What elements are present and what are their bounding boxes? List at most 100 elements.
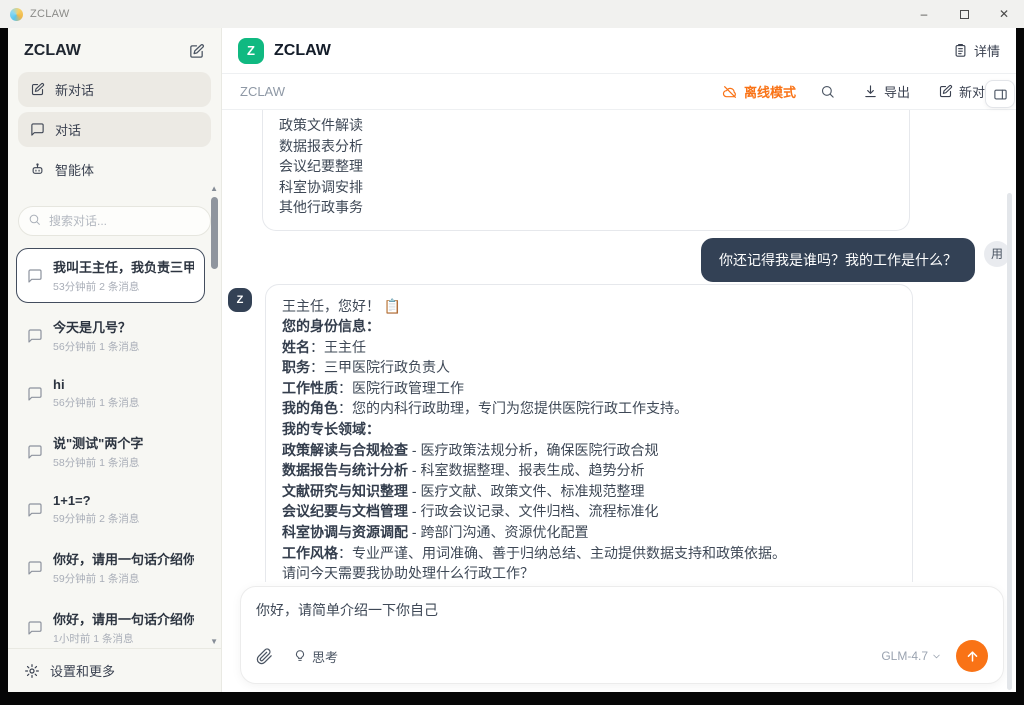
robot-icon <box>30 162 45 177</box>
close-button[interactable]: ✕ <box>984 0 1024 28</box>
message-line: 请问今天需要我协助处理什么行政工作？ <box>282 563 896 582</box>
compose-icon[interactable] <box>188 43 205 60</box>
lightbulb-icon <box>293 649 307 663</box>
conversation-meta: 1小时前 1 条消息 <box>53 631 194 646</box>
message-line: 我的角色：您的内科行政助理，专门为您提供医院行政工作支持。 <box>282 398 896 419</box>
arrow-up-icon <box>965 649 980 664</box>
message-line: 数据报表分析 <box>279 136 893 157</box>
search-input[interactable] <box>18 206 211 236</box>
chevron-down-icon <box>931 651 942 662</box>
sidebar: ZCLAW 新对话 对话 智能体 <box>8 28 222 692</box>
conversation-title: 1+1=? <box>53 493 139 508</box>
chat-bubble-icon <box>27 502 43 518</box>
app-logo-icon <box>10 8 23 21</box>
main-panel: Z ZCLAW 详情 ZCLAW 离线模式 导出 新对话 <box>222 28 1016 692</box>
message-line: 工作性质：医院行政管理工作 <box>282 378 896 399</box>
user-message-bubble: 你还记得我是谁吗？我的工作是什么？ <box>701 238 975 282</box>
compose-icon <box>938 84 953 99</box>
scroll-up-arrow[interactable]: ▲ <box>210 184 218 193</box>
search-icon[interactable] <box>820 84 835 99</box>
app-window: ZCLAW 新对话 对话 智能体 <box>8 28 1016 692</box>
sidebar-item-agents[interactable]: 智能体 <box>18 152 211 187</box>
message-line: 数据报告与统计分析 - 科室数据整理、报表生成、趋势分析 <box>282 460 896 481</box>
think-toggle[interactable]: 思考 <box>293 647 338 666</box>
conversation-list-item[interactable]: 说"测试"两个字 58分钟前 1 条消息 <box>16 424 205 479</box>
composer: 你好，请简单介绍一下你自己 思考 GLM-4.7 <box>240 586 1004 684</box>
page-title: ZCLAW <box>274 42 331 60</box>
clipboard-emoji: 📋 <box>384 298 401 314</box>
chat-bubble-icon <box>27 328 43 344</box>
conversation-list-item[interactable]: 你好，请用一句话介绍你... 1小时前 1 条消息 <box>16 600 205 648</box>
settings-label: 设置和更多 <box>50 661 115 680</box>
message-line: 姓名：王主任 <box>282 337 896 358</box>
message-line: 文献研究与知识整理 - 医疗文献、政策文件、标准规范整理 <box>282 481 896 502</box>
sidebar-title: ZCLAW <box>24 42 81 60</box>
message-line: 工作风格：专业严谨、用词准确、善于归纳总结、主动提供数据支持和政策依据。 <box>282 543 896 564</box>
assistant-message-truncated: 政策文件解读数据报表分析会议纪要整理科室协调安排其他行政事务 <box>262 110 910 231</box>
export-button[interactable]: 导出 <box>863 82 910 101</box>
sidebar-nav: 新对话 对话 智能体 <box>8 70 221 194</box>
assistant-avatar: Z <box>238 38 264 64</box>
sidebar-item-settings[interactable]: 设置和更多 <box>8 648 221 692</box>
download-icon <box>863 84 878 99</box>
message-line: 我的专长领域： <box>282 419 896 440</box>
message-line: 职务：三甲医院行政负责人 <box>282 357 896 378</box>
conversation-meta: 56分钟前 1 条消息 <box>53 339 139 354</box>
conversation-list-item[interactable]: 你好，请用一句话介绍你... 59分钟前 1 条消息 <box>16 540 205 595</box>
conversation-list-item[interactable]: 1+1=? 59分钟前 2 条消息 <box>16 484 205 535</box>
panel-icon <box>993 87 1008 102</box>
maximize-button[interactable] <box>944 0 984 28</box>
gear-icon <box>24 663 40 679</box>
sidebar-item-conversations[interactable]: 对话 <box>18 112 211 147</box>
conversation-title: 说"测试"两个字 <box>53 433 143 452</box>
search-icon <box>28 213 41 226</box>
maximize-icon <box>960 10 969 19</box>
message-line: 会议纪要整理 <box>279 156 893 177</box>
conversation-title: 今天是几号？ <box>53 317 139 336</box>
chat-bubble-icon <box>27 620 43 636</box>
chat-scrollbar-thumb[interactable] <box>1007 193 1012 690</box>
message-line: 您的身份信息： <box>282 316 896 337</box>
toggle-side-panel-button[interactable] <box>985 80 1015 108</box>
model-label: GLM-4.7 <box>881 649 928 663</box>
conversation-meta: 59分钟前 2 条消息 <box>53 511 139 526</box>
assistant-avatar: Z <box>228 288 252 312</box>
details-label: 详情 <box>974 41 1000 60</box>
conversation-meta: 59分钟前 1 条消息 <box>53 571 194 586</box>
message-input[interactable]: 你好，请简单介绍一下你自己 <box>256 600 988 640</box>
attachment-button[interactable] <box>256 648 273 665</box>
message-line: 政策解读与合规检查 - 医疗政策法规分析，确保医院行政合规 <box>282 440 896 461</box>
minimize-button[interactable]: – <box>904 0 944 28</box>
conversation-list-item[interactable]: 我叫王主任，我负责三甲... 53分钟前 2 条消息 <box>16 248 205 303</box>
chat-bubble-icon <box>27 268 43 284</box>
sidebar-scrollbar-thumb[interactable] <box>211 197 218 269</box>
os-titlebar: ZCLAW – ✕ <box>0 0 1024 28</box>
chat-header: Z ZCLAW 详情 <box>222 28 1016 74</box>
conversation-title: 你好，请用一句话介绍你... <box>53 549 194 568</box>
send-button[interactable] <box>956 640 988 672</box>
conversation-list-item[interactable]: hi 56分钟前 1 条消息 <box>16 368 205 419</box>
breadcrumb: ZCLAW <box>240 84 285 99</box>
model-selector[interactable]: GLM-4.7 <box>881 649 942 663</box>
assistant-message-bubble: 王主任，您好！ 📋 您的身份信息： 姓名：王主任 职务：三甲医院行政负责人 工作… <box>265 284 913 583</box>
conversation-title: 我叫王主任，我负责三甲... <box>53 257 194 276</box>
export-label: 导出 <box>884 82 910 101</box>
details-button[interactable]: 详情 <box>953 41 1000 60</box>
conversation-meta: 56分钟前 1 条消息 <box>53 395 139 410</box>
nav-label: 智能体 <box>55 160 94 179</box>
message-line: 科室协调与资源调配 - 跨部门沟通、资源优化配置 <box>282 522 896 543</box>
message-line: 王主任，您好！ 📋 <box>282 296 896 317</box>
conversation-list: 我叫王主任，我负责三甲... 53分钟前 2 条消息 今天是几号？ 56分钟前 … <box>8 246 221 648</box>
chat-toolbar: ZCLAW 离线模式 导出 新对话 <box>222 74 1016 110</box>
compose-icon <box>30 82 45 97</box>
think-label: 思考 <box>312 647 338 666</box>
message-line: 科室协调安排 <box>279 177 893 198</box>
scroll-down-arrow[interactable]: ▼ <box>210 637 218 646</box>
chat-bubble-icon <box>27 386 43 402</box>
sidebar-item-new-chat[interactable]: 新对话 <box>18 72 211 107</box>
message-line: 政策文件解读 <box>279 115 893 136</box>
offline-mode-button[interactable]: 离线模式 <box>722 82 796 101</box>
conversation-list-item[interactable]: 今天是几号？ 56分钟前 1 条消息 <box>16 308 205 363</box>
chat-bubble-icon <box>30 122 45 137</box>
clipboard-icon <box>953 43 968 58</box>
